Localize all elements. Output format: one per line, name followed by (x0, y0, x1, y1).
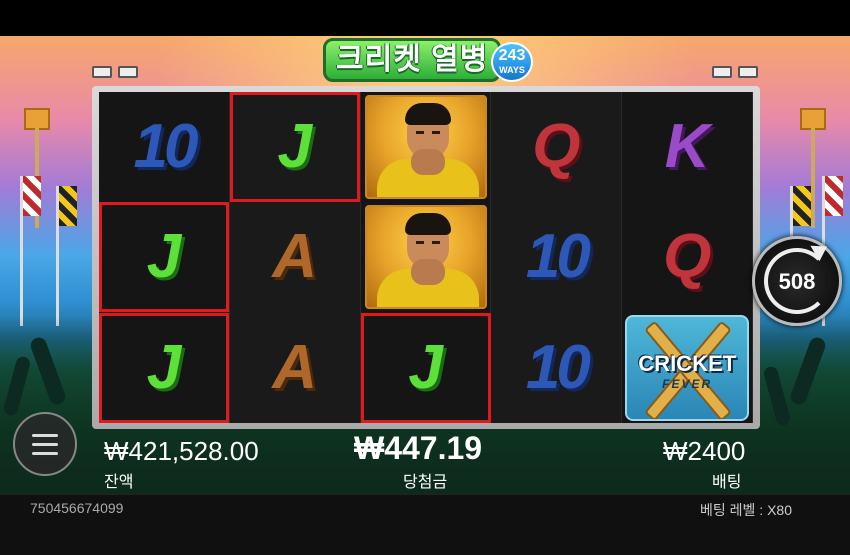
logo-title: 크리켓 열병 (323, 38, 502, 82)
scatter-subtitle: FEVER (662, 376, 713, 391)
top-letterbox (0, 0, 850, 36)
symbol-j: J (146, 222, 182, 292)
scatter-title: CRICKET (638, 350, 737, 376)
cricket-player-symbol (364, 205, 487, 310)
reel-column: JAA (229, 92, 361, 423)
winning-symbol-cell: J (360, 312, 491, 423)
symbol-cell: CRICKET FEVER (622, 313, 752, 423)
ways-label: WAYS (499, 65, 525, 75)
light-icon (738, 66, 758, 78)
ways-badge: 243 WAYS (491, 42, 533, 82)
symbol-q: Q (532, 112, 581, 181)
win-value: ₩447.19 (354, 430, 483, 466)
cricket-player-symbol (364, 95, 487, 199)
reel-column: Q 10 10 (491, 92, 623, 423)
symbol-cell: 10 (491, 202, 621, 312)
light-icon (712, 66, 732, 78)
winning-symbol-cell: J (99, 202, 229, 313)
symbol-a: A (272, 332, 318, 402)
symbol-cell: K (622, 92, 752, 202)
spin-button[interactable]: 508 (752, 236, 842, 326)
game-logo: 크리켓 열병 243 WAYS (323, 38, 533, 86)
symbol-cell: A (230, 313, 360, 423)
balance-label: 잔액 (104, 474, 134, 491)
reel-column: K Q CRICKET FEVER (622, 92, 753, 423)
symbol-cell (361, 202, 491, 312)
symbol-j: J (146, 332, 182, 402)
autospin-count: 508 (778, 269, 816, 294)
menu-line-icon (32, 451, 58, 455)
ways-number: 243 (498, 47, 526, 64)
symbol-a: A (272, 222, 318, 292)
menu-line-icon (32, 442, 58, 446)
symbol-k: K (664, 112, 710, 181)
symbol-cell (361, 92, 491, 202)
symbol-10: 10 (133, 112, 199, 181)
reels-grid: 10 J J J A A J Q 10 10 K Q CRICKET FEVER (99, 92, 753, 423)
bet-level: 베팅 레벨 : X80 (700, 502, 792, 518)
light-icon (118, 66, 138, 78)
winning-symbol-cell: J (229, 92, 360, 202)
symbol-j: J (408, 332, 443, 402)
menu-line-icon (32, 433, 58, 437)
menu-button[interactable] (13, 412, 77, 476)
symbol-10: 10 (525, 222, 591, 292)
symbol-q: Q (663, 222, 712, 292)
symbol-cell: Q (622, 202, 752, 312)
symbol-10: 10 (525, 332, 591, 402)
winning-symbol-cell: J (99, 312, 229, 423)
reel-column: J (360, 92, 492, 423)
light-icon (92, 66, 112, 78)
round-id: 750456674099 (30, 500, 124, 516)
symbol-j: J (277, 112, 313, 181)
win-label: 당첨금 (403, 474, 448, 491)
reels-frame: 10 J J J A A J Q 10 10 K Q CRICKET FEVER (92, 86, 760, 429)
reel-column: 10 J J (99, 92, 230, 423)
balance-value: ₩421,528.00 (104, 436, 259, 466)
bet-value[interactable]: ₩2400 (663, 436, 745, 467)
symbol-cell: A (230, 202, 360, 312)
bet-label: 배팅 (712, 474, 742, 491)
symbol-cell: Q (491, 92, 621, 202)
symbol-cell: 10 (491, 313, 621, 423)
cricket-fever-scatter-symbol: CRICKET FEVER (625, 314, 750, 421)
symbol-cell: 10 (99, 92, 229, 202)
